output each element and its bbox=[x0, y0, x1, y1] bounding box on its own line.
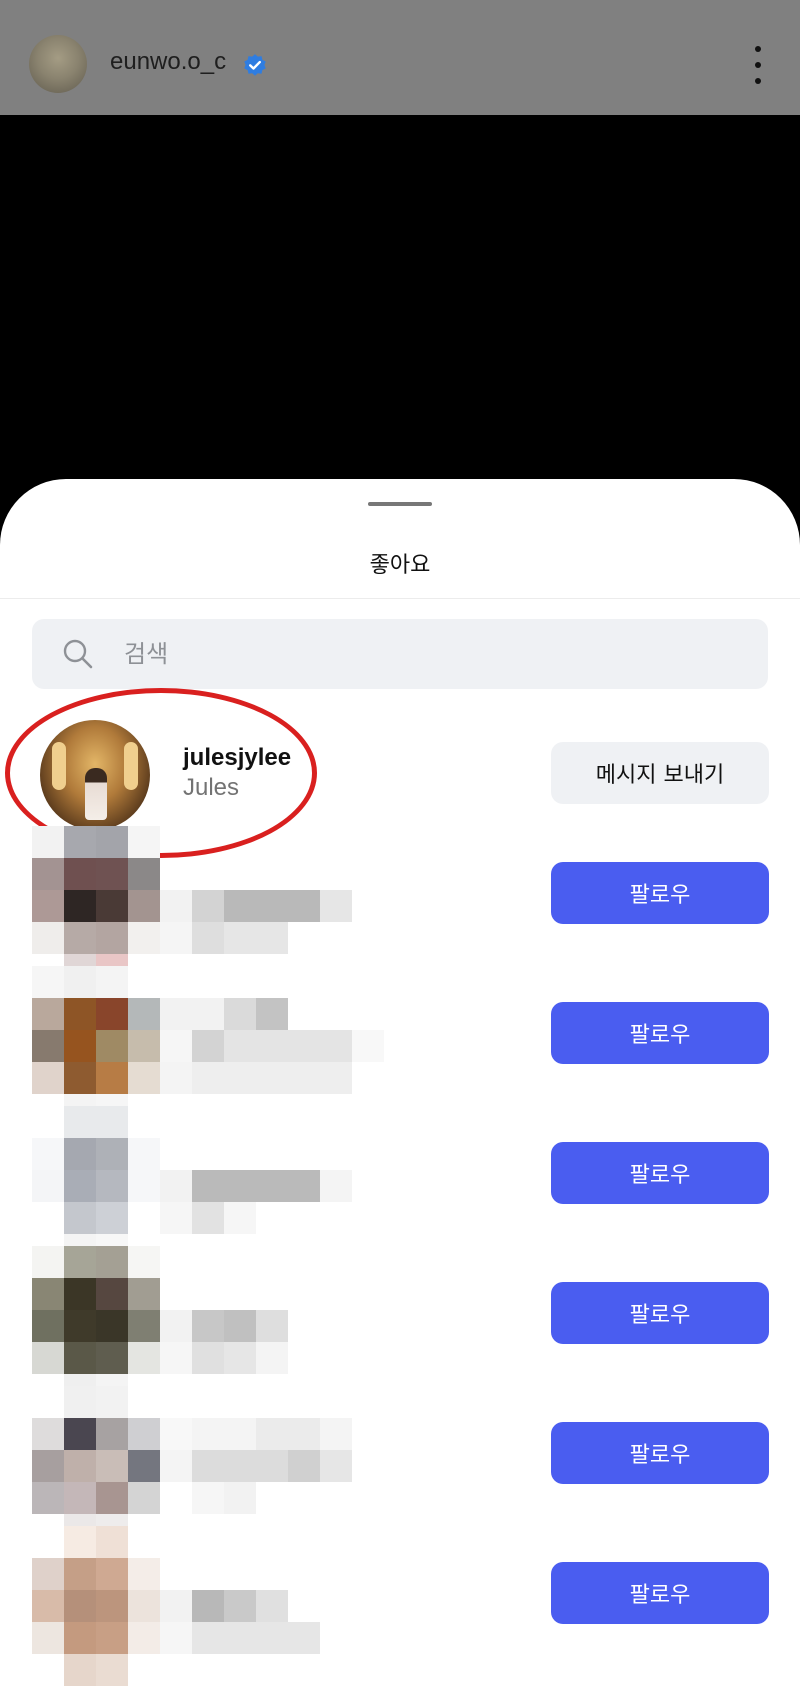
send-message-button[interactable]: 메시지 보내기 bbox=[551, 742, 769, 804]
follow-button[interactable]: 팔로우 bbox=[551, 1002, 769, 1064]
follow-button[interactable]: 팔로우 bbox=[551, 1422, 769, 1484]
pixelated-avatar bbox=[32, 1106, 160, 1266]
divider bbox=[0, 598, 800, 599]
pixelated-avatar bbox=[32, 966, 160, 1126]
sheet-drag-handle[interactable] bbox=[368, 502, 432, 506]
follow-button[interactable]: 팔로우 bbox=[551, 1282, 769, 1344]
verified-badge-icon bbox=[244, 54, 266, 76]
more-vertical-icon[interactable] bbox=[748, 46, 768, 84]
pixelated-avatar bbox=[32, 1386, 160, 1546]
pixelated-username bbox=[160, 1418, 384, 1514]
follow-button[interactable]: 팔로우 bbox=[551, 1562, 769, 1624]
pixelated-username bbox=[160, 858, 384, 954]
profile-avatar[interactable] bbox=[29, 35, 87, 93]
post-header: eunwo.o_c bbox=[0, 0, 800, 115]
likes-bottom-sheet: 좋아요 julesjylee Jules 메시지 보내기 팔로우팔로우팔로우팔로… bbox=[0, 479, 800, 1697]
search-icon bbox=[63, 639, 93, 669]
pixelated-username bbox=[160, 1138, 384, 1234]
pixelated-username bbox=[160, 998, 384, 1094]
search-input[interactable] bbox=[124, 633, 724, 675]
follow-button[interactable]: 팔로우 bbox=[551, 1142, 769, 1204]
sheet-title: 좋아요 bbox=[369, 553, 431, 578]
search-bar[interactable] bbox=[32, 619, 768, 689]
pixelated-avatar bbox=[32, 1526, 160, 1686]
follow-button[interactable]: 팔로우 bbox=[551, 862, 769, 924]
pixelated-avatar bbox=[32, 826, 160, 986]
pixelated-username bbox=[160, 1278, 384, 1374]
pixelated-username bbox=[160, 1558, 384, 1654]
pixelated-avatar bbox=[32, 1246, 160, 1406]
profile-username[interactable]: eunwo.o_c bbox=[110, 48, 226, 76]
